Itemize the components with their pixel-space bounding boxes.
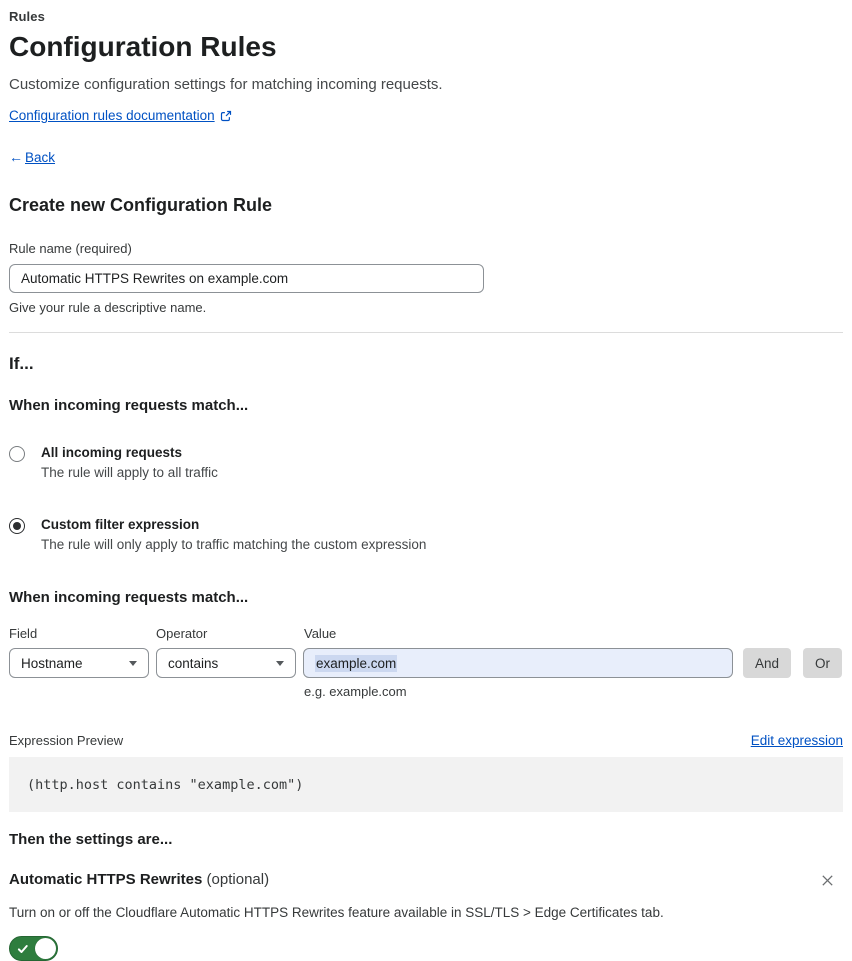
radio-option-all-requests[interactable]: All incoming requests The rule will appl… bbox=[9, 445, 843, 480]
radio-button-icon[interactable] bbox=[9, 518, 25, 534]
radio-option-custom-expression[interactable]: Custom filter expression The rule will o… bbox=[9, 517, 843, 552]
chevron-down-icon bbox=[129, 660, 137, 666]
page-title: Configuration Rules bbox=[9, 31, 277, 62]
operator-select-value: contains bbox=[168, 655, 219, 671]
radio-description: The rule will apply to all traffic bbox=[41, 465, 218, 480]
expression-preview-label: Expression Preview bbox=[9, 733, 124, 748]
rule-name-help: Give your rule a descriptive name. bbox=[9, 300, 207, 315]
breadcrumb: Rules bbox=[9, 9, 45, 24]
value-input-text: example.com bbox=[315, 654, 398, 672]
radio-button-icon[interactable] bbox=[9, 446, 25, 462]
edit-expression-link[interactable]: Edit expression bbox=[751, 733, 843, 748]
setting-title-name: Automatic HTTPS Rewrites bbox=[9, 871, 203, 888]
close-icon[interactable] bbox=[818, 871, 837, 893]
documentation-row: Configuration rules documentation bbox=[9, 108, 843, 123]
operator-label: Operator bbox=[156, 626, 208, 641]
toggle-knob bbox=[35, 938, 56, 959]
setting-description: Turn on or off the Cloudflare Automatic … bbox=[9, 905, 664, 920]
setting-title: Automatic HTTPS Rewrites (optional) bbox=[9, 871, 269, 888]
radio-label: Custom filter expression bbox=[41, 517, 200, 532]
radio-description: The rule will only apply to traffic matc… bbox=[41, 537, 427, 552]
expression-preview-row: Expression Preview Edit expression bbox=[9, 733, 843, 748]
setting-title-optional: (optional) bbox=[206, 871, 270, 888]
external-link-icon bbox=[220, 110, 232, 122]
back-link[interactable]: Back bbox=[25, 150, 55, 165]
builder-heading: When incoming requests match... bbox=[9, 589, 249, 606]
rule-name-input[interactable] bbox=[9, 264, 484, 293]
value-help-text: e.g. example.com bbox=[304, 684, 407, 699]
field-select[interactable]: Hostname bbox=[9, 648, 149, 678]
automatic-https-rewrites-toggle[interactable] bbox=[9, 936, 58, 961]
check-icon bbox=[17, 943, 29, 955]
then-settings-heading: Then the settings are... bbox=[9, 831, 173, 848]
and-button[interactable]: And bbox=[743, 648, 792, 678]
back-row: ← Back bbox=[9, 149, 843, 165]
operator-select[interactable]: contains bbox=[156, 648, 296, 678]
chevron-down-icon bbox=[276, 660, 284, 666]
back-arrow-icon: ← bbox=[9, 149, 23, 165]
builder-column-labels: Field Operator Value bbox=[9, 626, 843, 641]
value-label: Value bbox=[304, 626, 337, 641]
if-heading: If... bbox=[9, 354, 34, 373]
page-subtitle: Customize configuration settings for mat… bbox=[9, 76, 443, 93]
setting-header: Automatic HTTPS Rewrites (optional) bbox=[9, 871, 843, 893]
expression-builder-row: Hostname contains example.com And Or bbox=[9, 648, 843, 678]
rule-name-label: Rule name (required) bbox=[9, 241, 132, 256]
documentation-link[interactable]: Configuration rules documentation bbox=[9, 108, 215, 123]
match-heading: When incoming requests match... bbox=[9, 397, 249, 414]
section-divider bbox=[9, 332, 843, 333]
expression-preview-code: (http.host contains "example.com") bbox=[9, 757, 843, 812]
value-input[interactable]: example.com bbox=[303, 648, 733, 678]
radio-label: All incoming requests bbox=[41, 445, 183, 460]
field-select-value: Hostname bbox=[21, 655, 83, 671]
or-button[interactable]: Or bbox=[803, 648, 843, 678]
field-label: Field bbox=[9, 626, 38, 641]
create-rule-heading: Create new Configuration Rule bbox=[9, 195, 273, 215]
